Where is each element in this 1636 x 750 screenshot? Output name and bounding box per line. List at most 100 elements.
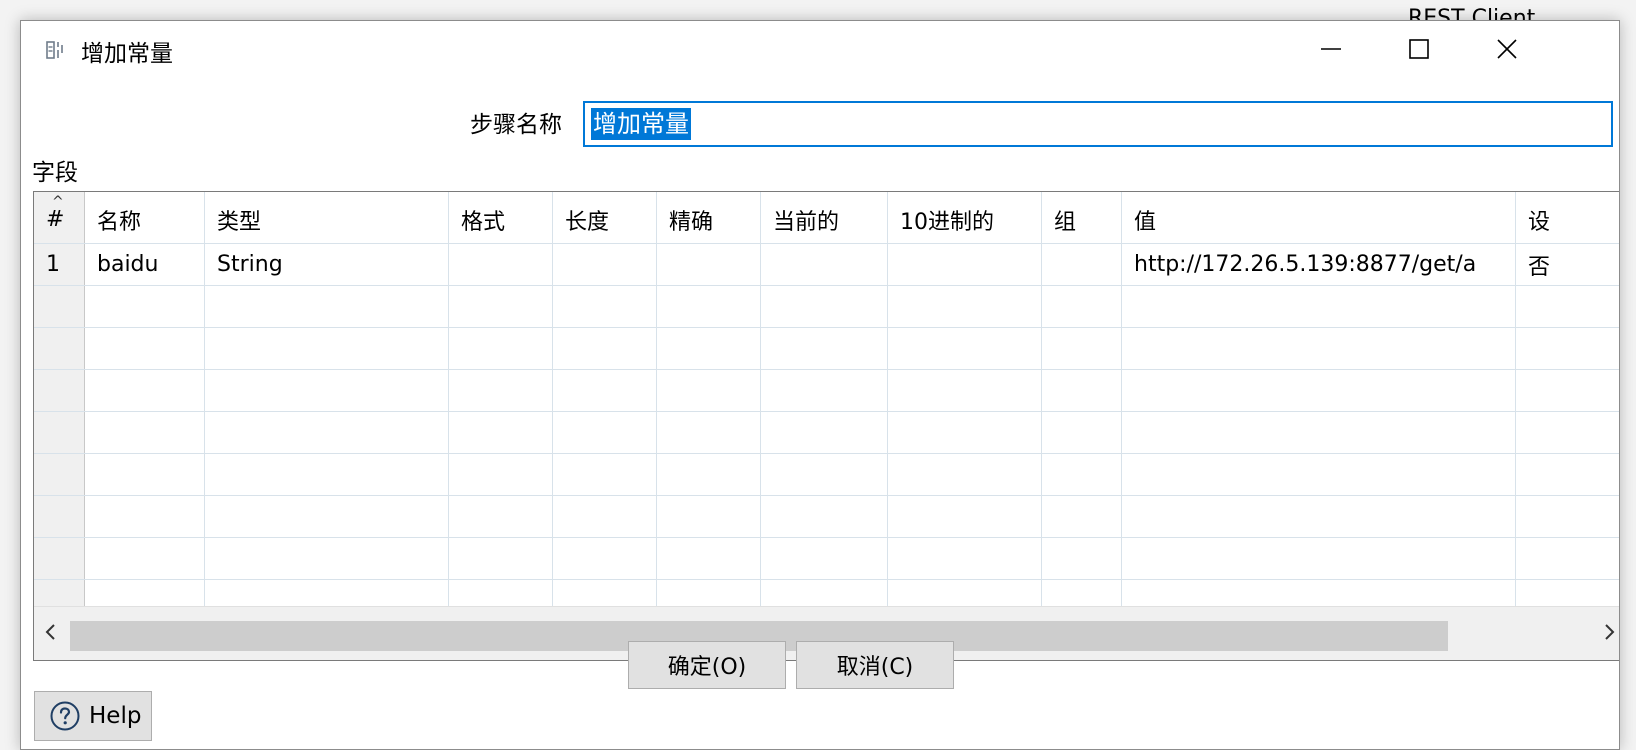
column-header-currency[interactable]: 当前的: [761, 192, 888, 243]
empty-cell[interactable]: [1516, 454, 1619, 495]
scroll-right-button[interactable]: [1592, 607, 1619, 660]
empty-cell[interactable]: [761, 496, 888, 537]
empty-cell[interactable]: [205, 370, 449, 411]
table-row[interactable]: 1 baidu String http://172.26.5.139:8877/…: [34, 244, 1619, 286]
empty-cell[interactable]: [761, 454, 888, 495]
empty-cell[interactable]: [553, 286, 657, 327]
empty-cell[interactable]: [1042, 412, 1122, 453]
empty-cell[interactable]: [1516, 370, 1619, 411]
column-header-name[interactable]: 名称: [85, 192, 205, 243]
empty-cell[interactable]: [1042, 286, 1122, 327]
empty-table-row[interactable]: [34, 328, 1619, 370]
empty-cell[interactable]: [449, 286, 553, 327]
empty-cell[interactable]: [553, 538, 657, 579]
empty-cell[interactable]: [449, 328, 553, 369]
empty-cell[interactable]: [888, 370, 1042, 411]
column-header-length[interactable]: 长度: [553, 192, 657, 243]
empty-cell[interactable]: [761, 580, 888, 606]
cell-decimal[interactable]: [888, 244, 1042, 285]
cell-value[interactable]: http://172.26.5.139:8877/get/a: [1122, 244, 1516, 285]
empty-cell[interactable]: [1042, 454, 1122, 495]
empty-cell[interactable]: [1042, 370, 1122, 411]
column-header-type[interactable]: 类型: [205, 192, 449, 243]
column-header-group[interactable]: 组: [1042, 192, 1122, 243]
title-bar[interactable]: 增加常量: [21, 21, 1619, 81]
empty-cell[interactable]: [657, 580, 761, 606]
empty-table-row[interactable]: [34, 454, 1619, 496]
column-header-precision[interactable]: 精确: [657, 192, 761, 243]
empty-cell[interactable]: [1122, 412, 1516, 453]
empty-cell[interactable]: [1042, 580, 1122, 606]
empty-cell[interactable]: [553, 328, 657, 369]
empty-cell[interactable]: [1516, 412, 1619, 453]
empty-cell[interactable]: [1122, 580, 1516, 606]
step-name-input[interactable]: 增加常量: [583, 101, 1613, 147]
empty-cell[interactable]: [205, 496, 449, 537]
close-button[interactable]: [1463, 21, 1551, 77]
empty-cell[interactable]: [85, 454, 205, 495]
fields-table[interactable]: ^ # 名称 类型 格式 长度 精确 当前的 10进制的 组 值 设 1 bai…: [33, 191, 1619, 661]
empty-cell[interactable]: [1122, 496, 1516, 537]
empty-cell[interactable]: [1516, 580, 1619, 606]
empty-cell[interactable]: [1122, 454, 1516, 495]
empty-cell[interactable]: [1122, 328, 1516, 369]
column-header-rownum[interactable]: #: [34, 192, 85, 243]
empty-cell[interactable]: [449, 538, 553, 579]
empty-cell[interactable]: [553, 412, 657, 453]
minimize-button[interactable]: [1287, 21, 1375, 77]
empty-cell[interactable]: [553, 580, 657, 606]
empty-cell[interactable]: [1516, 538, 1619, 579]
empty-cell[interactable]: [657, 454, 761, 495]
empty-table-row[interactable]: [34, 412, 1619, 454]
empty-cell[interactable]: [888, 538, 1042, 579]
empty-cell[interactable]: [1516, 328, 1619, 369]
empty-cell[interactable]: [657, 412, 761, 453]
empty-cell[interactable]: [1122, 286, 1516, 327]
empty-cell[interactable]: [888, 328, 1042, 369]
empty-cell[interactable]: [657, 496, 761, 537]
empty-table-row[interactable]: [34, 538, 1619, 580]
empty-cell[interactable]: [761, 328, 888, 369]
cell-precision[interactable]: [657, 244, 761, 285]
empty-cell[interactable]: [553, 370, 657, 411]
cell-group[interactable]: [1042, 244, 1122, 285]
empty-cell[interactable]: [1122, 370, 1516, 411]
empty-cell[interactable]: [449, 412, 553, 453]
cell-currency[interactable]: [761, 244, 888, 285]
cell-type[interactable]: String: [205, 244, 449, 285]
empty-cell[interactable]: [888, 496, 1042, 537]
empty-cell[interactable]: [205, 328, 449, 369]
empty-cell[interactable]: [1042, 328, 1122, 369]
empty-cell[interactable]: [1516, 496, 1619, 537]
cancel-button[interactable]: 取消(C): [796, 641, 954, 689]
empty-cell[interactable]: [449, 580, 553, 606]
help-button[interactable]: Help: [34, 691, 152, 741]
empty-cell[interactable]: [449, 496, 553, 537]
empty-cell[interactable]: [657, 370, 761, 411]
empty-cell[interactable]: [888, 412, 1042, 453]
empty-cell[interactable]: [1122, 538, 1516, 579]
empty-cell[interactable]: [888, 454, 1042, 495]
column-header-format[interactable]: 格式: [449, 192, 553, 243]
maximize-button[interactable]: [1375, 21, 1463, 77]
empty-cell[interactable]: [761, 286, 888, 327]
empty-cell[interactable]: [205, 286, 449, 327]
ok-button[interactable]: 确定(O): [628, 641, 786, 689]
empty-cell[interactable]: [85, 328, 205, 369]
empty-cell[interactable]: [85, 412, 205, 453]
empty-cell[interactable]: [657, 538, 761, 579]
empty-cell[interactable]: [657, 286, 761, 327]
empty-cell[interactable]: [1516, 286, 1619, 327]
cell-set-empty[interactable]: 否: [1516, 244, 1619, 285]
column-header-set-empty[interactable]: 设: [1516, 192, 1619, 243]
empty-table-row[interactable]: [34, 580, 1619, 606]
column-header-value[interactable]: 值: [1122, 192, 1516, 243]
empty-cell[interactable]: [888, 286, 1042, 327]
empty-cell[interactable]: [1042, 496, 1122, 537]
empty-cell[interactable]: [888, 580, 1042, 606]
scroll-left-button[interactable]: [34, 607, 68, 660]
column-header-decimal[interactable]: 10进制的: [888, 192, 1042, 243]
cell-length[interactable]: [553, 244, 657, 285]
empty-cell[interactable]: [205, 538, 449, 579]
cell-format[interactable]: [449, 244, 553, 285]
